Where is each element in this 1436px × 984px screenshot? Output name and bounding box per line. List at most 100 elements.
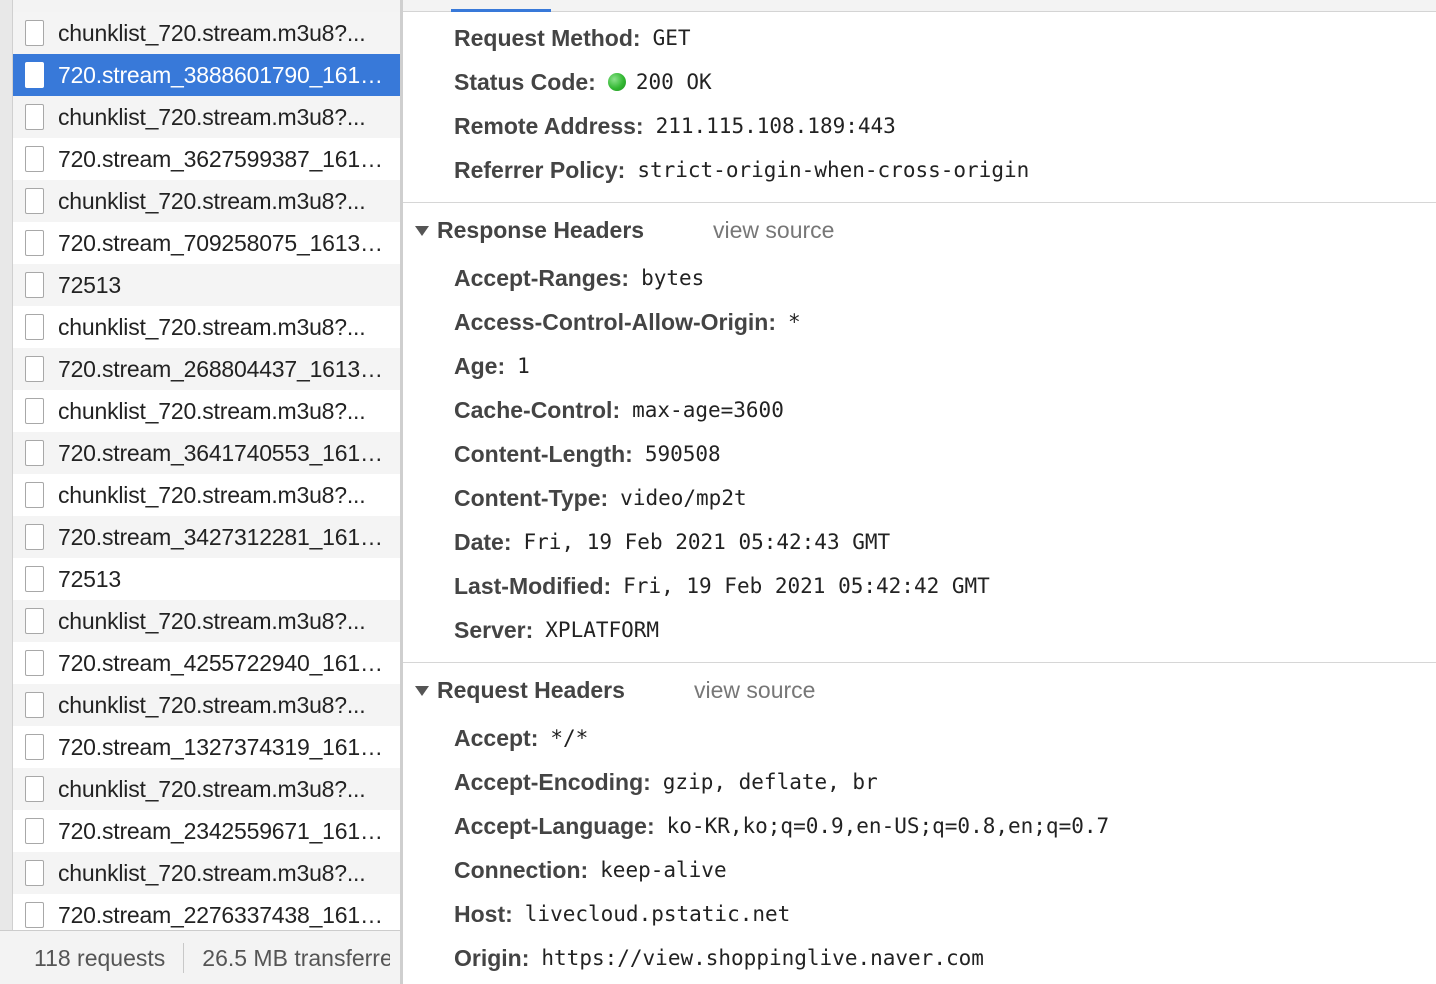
request-name: 720.stream_2276337438_1613713362.ts (58, 901, 390, 928)
header-value: */* (550, 726, 589, 750)
request-list-pane: chunklist_720.stream.m3u8?... 720.stream_… (0, 0, 403, 984)
document-icon (25, 272, 44, 298)
request-count: 118 requests (34, 944, 166, 971)
request-row[interactable]: 720.stream_2276337438_1613713362.ts (13, 894, 400, 930)
request-name: chunklist_720.stream.m3u8?... (58, 775, 366, 802)
request-row[interactable]: chunklist_720.stream.m3u8?... (13, 96, 400, 138)
header-value: livecloud.pstatic.net (524, 902, 791, 926)
header-value: 200 OK (635, 70, 712, 94)
section-divider (403, 662, 1436, 663)
request-row[interactable]: 720.stream_3427312281_1613713362.ts (13, 516, 400, 558)
status-ok-dot-icon (607, 73, 626, 91)
header-row: Age: 1 (454, 344, 530, 388)
request-name: chunklist_720.stream.m3u8?... (58, 19, 366, 46)
devtools-network-panel: chunklist_720.stream.m3u8?... 720.stream_… (0, 0, 1436, 984)
request-row[interactable]: 72513 (13, 558, 400, 600)
header-value: 590508 (644, 442, 721, 466)
header-row: Server: XPLATFORM (454, 608, 659, 652)
document-icon (25, 902, 44, 928)
request-row[interactable]: 720.stream_3888601790_1613713362.ts (13, 54, 400, 96)
request-row[interactable]: 720.stream_4255722940_1613713362.ts (13, 642, 400, 684)
header-key: Content-Type: (454, 484, 609, 511)
header-key: Connection: (454, 856, 589, 883)
header-value: https://view.shoppinglive.naver.com (541, 946, 984, 970)
header-key: Referrer Policy: (454, 156, 626, 183)
header-value: 1 (517, 354, 530, 378)
request-name: chunklist_720.stream.m3u8?... (58, 481, 366, 508)
document-icon (25, 734, 44, 760)
request-row[interactable]: 720.stream_2342559671_1613713362.ts (13, 810, 400, 852)
header-key: Age: (454, 352, 506, 379)
request-row[interactable]: chunklist_720.stream.m3u8?... (13, 180, 400, 222)
header-value: gzip, deflate, br (662, 770, 878, 794)
header-value: max-age=3600 (632, 398, 784, 422)
request-row[interactable]: 720.stream_3641740553_1613713362.ts (13, 432, 400, 474)
request-row[interactable]: 720.stream_1327374319_1613713362.ts (13, 726, 400, 768)
request-headers-title: Request Headers (437, 676, 625, 703)
header-row: Last-Modified: Fri, 19 Feb 2021 05:42:42 … (454, 564, 990, 608)
request-row[interactable]: 72513 (13, 264, 400, 306)
header-value: strict-origin-when-cross-origin (637, 158, 1030, 182)
header-key: Accept: (454, 724, 539, 751)
request-name: 720.stream_3888601790_1613713362.ts (58, 61, 390, 88)
header-row: Accept: */* (454, 716, 588, 760)
response-headers-toggle[interactable]: Response Headers (415, 208, 644, 252)
request-name: 72513 (58, 271, 121, 298)
response-view-source-link[interactable]: view source (713, 208, 834, 252)
request-row[interactable]: 720.stream_3627599387_1613713362.ts (13, 138, 400, 180)
request-details-pane: Request Method: GET Status Code: 200 OK … (403, 0, 1436, 984)
general-remote-address: Remote Address: 211.115.108.189:443 (454, 104, 896, 148)
document-icon (25, 104, 44, 130)
request-name: 720.stream_2342559671_1613713362.ts (58, 817, 390, 844)
request-row[interactable]: 720.stream_709258075_1613713362.ts (13, 222, 400, 264)
request-view-source-link[interactable]: view source (694, 668, 815, 712)
header-key: Accept-Ranges: (454, 264, 630, 291)
document-icon (25, 146, 44, 172)
document-icon (25, 482, 44, 508)
request-name: chunklist_720.stream.m3u8?... (58, 103, 366, 130)
request-list: chunklist_720.stream.m3u8?... 720.stream_… (13, 12, 400, 930)
details-tab-strip (403, 0, 1436, 12)
request-name: chunklist_720.stream.m3u8?... (58, 187, 366, 214)
active-tab-indicator (451, 9, 551, 12)
request-row[interactable]: chunklist_720.stream.m3u8?... (13, 306, 400, 348)
request-name: chunklist_720.stream.m3u8?... (58, 607, 366, 634)
request-row[interactable]: chunklist_720.stream.m3u8?... (13, 852, 400, 894)
header-row: Accept-Encoding: gzip, deflate, br (454, 760, 878, 804)
request-row[interactable]: chunklist_720.stream.m3u8?... (13, 600, 400, 642)
request-row[interactable]: 720.stream_268804437_1613713362.ts (13, 348, 400, 390)
request-row[interactable]: chunklist_720.stream.m3u8?... (13, 768, 400, 810)
header-row: Accept-Ranges: bytes (454, 256, 704, 300)
header-row: Date: Fri, 19 Feb 2021 05:42:43 GMT (454, 520, 890, 564)
document-icon (25, 314, 44, 340)
section-divider (403, 202, 1436, 203)
document-icon (25, 776, 44, 802)
transferred-size: 26.5 MB transferred (202, 944, 391, 971)
document-icon (25, 524, 44, 550)
header-row: Cache-Control: max-age=3600 (454, 388, 784, 432)
general-referrer-policy: Referrer Policy: strict-origin-when-cros… (454, 148, 1029, 192)
request-row[interactable]: chunklist_720.stream.m3u8?... (13, 12, 400, 54)
header-key: Cache-Control: (454, 396, 621, 423)
header-row: Accept-Language: ko-KR,ko;q=0.9,en-US;q=0… (454, 804, 1109, 848)
request-row[interactable]: chunklist_720.stream.m3u8?... (13, 390, 400, 432)
request-name: 72513 (58, 565, 121, 592)
request-row[interactable]: chunklist_720.stream.m3u8?... (13, 474, 400, 516)
request-row[interactable]: chunklist_720.stream.m3u8?... (13, 684, 400, 726)
header-key: Request Method: (454, 24, 641, 51)
request-headers-toggle[interactable]: Request Headers (415, 668, 625, 712)
header-key: Accept-Encoding: (454, 768, 651, 795)
header-key: Last-Modified: (454, 572, 612, 599)
response-headers-title: Response Headers (437, 216, 645, 243)
request-name: chunklist_720.stream.m3u8?... (58, 859, 366, 886)
expand-triangle-icon (415, 226, 429, 236)
general-status-code: Status Code: 200 OK (454, 60, 712, 104)
header-row: Host: livecloud.pstatic.net (454, 892, 790, 936)
header-row: Content-Type: video/mp2t (454, 476, 747, 520)
document-icon (25, 62, 44, 88)
header-key: Content-Length: (454, 440, 633, 467)
header-row: Access-Control-Allow-Origin: * (454, 300, 801, 344)
header-key: Server: (454, 616, 534, 643)
header-value: bytes (641, 266, 705, 290)
request-name: chunklist_720.stream.m3u8?... (58, 397, 366, 424)
